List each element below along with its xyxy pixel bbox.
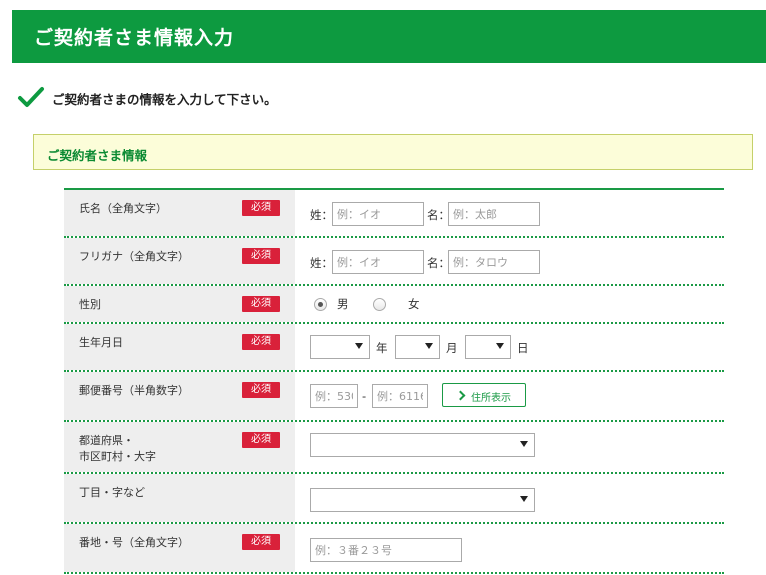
label-cell: 性別 必須 [64, 286, 295, 322]
checkmark-icon [18, 87, 44, 107]
form-row-birthdate: 生年月日 必須 年 月 日 [64, 324, 724, 372]
field-label-banchi: 番地・号（全角文字） [79, 536, 189, 549]
postal-separator: - [362, 389, 367, 403]
form-row-prefecture: 都道府県・ 市区町村・大字 必須 [64, 422, 724, 474]
gender-female-label: 女 [408, 297, 420, 311]
gender-female-radio[interactable] [373, 298, 386, 311]
form-row-gender: 性別 必須 男 女 [64, 286, 724, 324]
sei-label: 姓： [310, 208, 333, 222]
form-row-chome: 丁目・字など [64, 474, 724, 524]
value-cell [295, 474, 724, 522]
label-cell: 氏名（全角文字） 必須 [64, 190, 295, 236]
postal-part1-input[interactable] [310, 384, 358, 408]
prefecture-select[interactable] [310, 433, 535, 457]
show-address-button[interactable]: 住所表示 [442, 383, 526, 407]
year-unit: 年 [376, 341, 388, 355]
page-title: ご契約者さま情報入力 [34, 27, 235, 49]
chevron-down-icon [496, 343, 504, 349]
chevron-down-icon [355, 343, 363, 349]
value-cell [295, 422, 724, 472]
label-cell: 都道府県・ 市区町村・大字 必須 [64, 422, 295, 472]
form-row-postal: 郵便番号（半角数字） 必須 - 住所表示 [64, 372, 724, 422]
mei-label: 名： [427, 208, 450, 222]
birth-month-select[interactable] [395, 335, 440, 359]
field-label-birthdate: 生年月日 [79, 336, 123, 349]
value-cell: 男 女 [295, 286, 724, 322]
form-row-banchi: 番地・号（全角文字） 必須 [64, 524, 724, 574]
value-cell: 年 月 日 [295, 324, 724, 370]
required-badge: 必須 [242, 296, 280, 312]
required-badge: 必須 [242, 200, 280, 216]
chevron-right-icon [455, 390, 466, 401]
gender-male-radio[interactable] [314, 298, 327, 311]
kana-mei-input[interactable] [448, 250, 540, 274]
month-unit: 月 [446, 341, 458, 355]
chevron-down-icon [520, 441, 528, 447]
label-cell: 番地・号（全角文字） 必須 [64, 524, 295, 572]
show-address-label: 住所表示 [471, 393, 511, 404]
birth-year-select[interactable] [310, 335, 370, 359]
required-badge: 必須 [242, 334, 280, 350]
form-row-name: 氏名（全角文字） 必須 姓： 名： [64, 190, 724, 238]
section-title: ご契約者さま情報 [47, 148, 148, 163]
required-badge: 必須 [242, 382, 280, 398]
field-label-kana: フリガナ（全角文字） [79, 250, 189, 263]
value-cell [295, 524, 724, 572]
postal-part2-input[interactable] [372, 384, 428, 408]
field-label-gender: 性別 [79, 298, 101, 311]
field-label-chome: 丁目・字など [79, 486, 145, 499]
field-label-name: 氏名（全角文字） [79, 202, 167, 215]
field-label-prefecture-line1: 都道府県・ [79, 434, 134, 447]
day-unit: 日 [517, 341, 529, 355]
gender-male-label: 男 [337, 297, 349, 311]
contractor-form: 氏名（全角文字） 必須 姓： 名： フリガナ（全角文字） 必須 姓： 名： 性別… [64, 188, 724, 574]
kana-sei-input[interactable] [332, 250, 424, 274]
value-cell: 姓： 名： [295, 190, 724, 236]
page-header: ご契約者さま情報入力 [12, 10, 766, 63]
mei-label: 名： [427, 256, 450, 270]
field-label-prefecture: 都道府県・ 市区町村・大字 [79, 433, 156, 465]
name-mei-input[interactable] [448, 202, 540, 226]
field-label-postal: 郵便番号（半角数字） [79, 384, 189, 397]
sei-label: 姓： [310, 256, 333, 270]
chevron-down-icon [425, 343, 433, 349]
label-cell: 丁目・字など [64, 474, 295, 522]
chevron-down-icon [520, 496, 528, 502]
required-badge: 必須 [242, 432, 280, 448]
value-cell: - 住所表示 [295, 372, 724, 420]
label-cell: 生年月日 必須 [64, 324, 295, 370]
birth-day-select[interactable] [465, 335, 511, 359]
value-cell: 姓： 名： [295, 238, 724, 284]
required-badge: 必須 [242, 534, 280, 550]
label-cell: 郵便番号（半角数字） 必須 [64, 372, 295, 420]
field-label-prefecture-line2: 市区町村・大字 [79, 450, 156, 463]
required-badge: 必須 [242, 248, 280, 264]
name-sei-input[interactable] [332, 202, 424, 226]
chome-select[interactable] [310, 488, 535, 512]
section-header: ご契約者さま情報 [33, 134, 753, 170]
intro-text: ご契約者さまの情報を入力して下さい。 [52, 92, 277, 107]
form-row-kana: フリガナ（全角文字） 必須 姓： 名： [64, 238, 724, 286]
banchi-input[interactable] [310, 538, 462, 562]
label-cell: フリガナ（全角文字） 必須 [64, 238, 295, 284]
